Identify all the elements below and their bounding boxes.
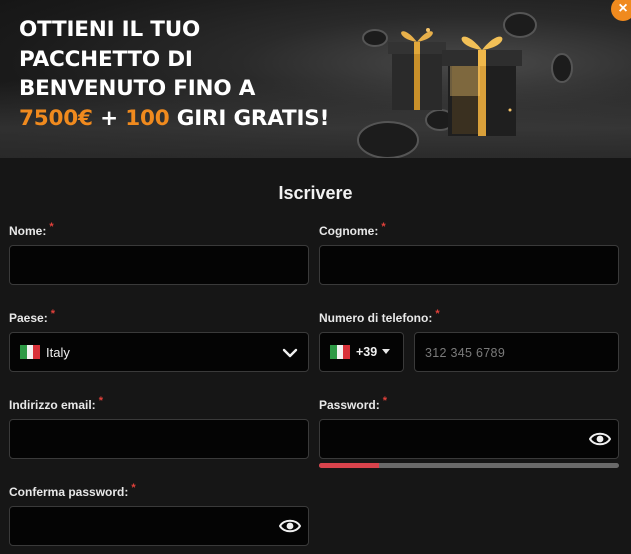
required-marker: * [98,395,103,407]
last-name-label: Cognome: * [319,221,386,238]
welcome-banner: OTTIENI IL TUO PACCHETTO DI BENVENUTO FI… [0,0,631,158]
required-marker: * [435,308,440,320]
show-password-eye-icon[interactable] [279,518,301,534]
password-input[interactable] [319,419,619,459]
required-marker: * [382,395,387,407]
required-marker: * [381,221,386,233]
confirm-password-input[interactable] [9,506,309,546]
password-strength-fill [319,463,379,468]
last-name-label-text: Cognome: [319,224,379,238]
required-marker: * [50,308,55,320]
show-password-eye-icon[interactable] [589,431,611,447]
phone-label: Numero di telefono: * [319,308,440,325]
password-strength-bar [319,463,619,468]
banner-headline: OTTIENI IL TUO PACCHETTO DI BENVENUTO FI… [19,15,329,133]
caret-down-icon [382,349,390,354]
first-name-label-text: Nome: [9,224,47,238]
phone-placeholder: 312 345 6789 [425,346,506,360]
banner-line-3: BENVENUTO FINO A [19,76,256,101]
gift-box-right [442,36,522,136]
password-label: Password: * [319,395,387,412]
gift-boxes-illustration [357,12,573,158]
banner-line-1: OTTIENI IL TUO [19,17,201,42]
first-name-input[interactable] [9,245,309,285]
country-label-text: Paese: [9,311,48,325]
banner-line-4: 7500€ + 100 GIRI GRATIS! [19,104,329,134]
required-marker: * [131,482,136,494]
email-label-text: Indirizzo email: [9,398,96,412]
registration-modal: OTTIENI IL TUO PACCHETTO DI BENVENUTO FI… [0,0,631,554]
close-button[interactable]: × [611,0,631,21]
italy-flag-icon [20,345,41,359]
first-name-label: Nome: * [9,221,54,238]
gift-box-left [388,31,446,110]
password-label-text: Password: [319,398,380,412]
bonus-amount: 7500€ [19,105,93,131]
chevron-down-icon [282,348,298,358]
email-label: Indirizzo email: * [9,395,103,412]
country-label: Paese: * [9,308,55,325]
email-input[interactable] [9,419,309,459]
confirm-password-label: Conferma password: * [9,482,136,499]
free-spins-count: 100 [125,105,170,131]
phone-label-text: Numero di telefono: [319,311,433,325]
free-spins-label: GIRI GRATIS! [169,105,330,131]
required-marker: * [49,221,54,233]
close-icon: × [618,0,628,17]
phone-prefix-select[interactable]: +39 [319,332,404,372]
phone-number-input[interactable]: 312 345 6789 [414,332,619,372]
banner-plus: + [92,105,126,131]
country-selected-value: Italy [46,345,70,360]
last-name-input[interactable] [319,245,619,285]
form-title: Iscrivere [278,183,353,203]
country-select[interactable]: Italy [9,332,309,372]
phone-prefix-value: +39 [356,345,378,359]
confirm-password-label-text: Conferma password: [9,485,129,499]
banner-line-2: PACCHETTO DI [19,46,193,72]
italy-flag-icon [330,345,351,359]
